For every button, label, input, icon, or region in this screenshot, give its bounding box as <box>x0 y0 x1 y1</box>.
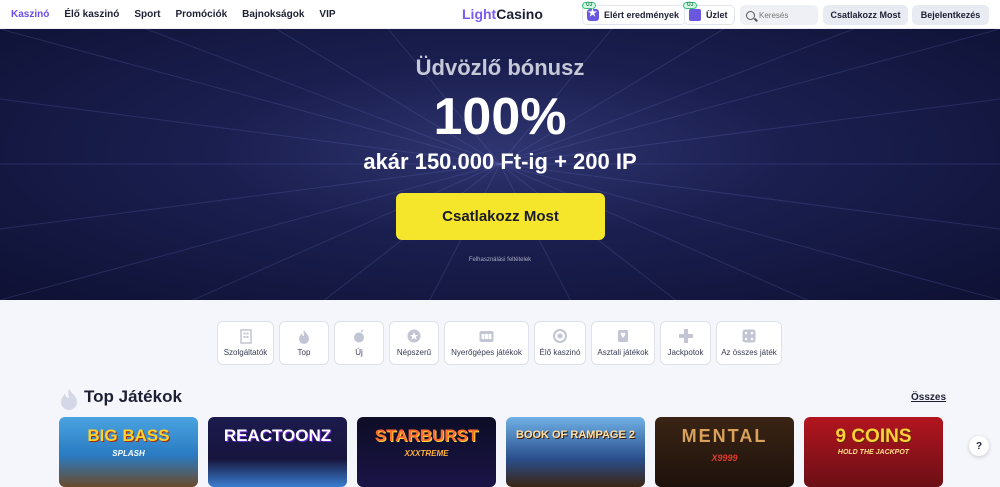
nav-item-sport[interactable]: Sport <box>134 9 160 20</box>
bomb-icon <box>351 328 367 344</box>
category-all-games[interactable]: Az összes játék <box>716 321 782 365</box>
game-subtitle: X9999 <box>711 453 738 463</box>
category-label: Nyerőgépes játékok <box>451 348 522 357</box>
main-nav: Kaszinó Élő kaszinó Sport Promóciók Bajn… <box>0 9 351 20</box>
category-slots[interactable]: Nyerőgépes játékok <box>444 321 529 365</box>
roulette-icon <box>552 328 568 344</box>
join-now-button[interactable]: Csatlakozz Most <box>823 5 908 25</box>
slot-icon <box>479 328 495 344</box>
welcome-bonus-banner: Üdvözlő bónusz 100% akár 150.000 Ft-ig +… <box>0 29 1000 300</box>
new-badge: ÚJ <box>683 2 698 9</box>
game-title: STARBURST <box>374 426 479 445</box>
see-all-link[interactable]: Összes <box>911 392 946 403</box>
shop-label: Üzlet <box>706 10 728 20</box>
hero-offer-text: akár 150.000 Ft-ig + 200 IP <box>363 149 637 174</box>
cards-icon <box>615 328 631 344</box>
search-box[interactable] <box>740 5 818 25</box>
login-button[interactable]: Bejelentkezés <box>912 5 989 25</box>
achievements-button[interactable]: ÚJ Elért eredmények <box>582 2 687 25</box>
logo-part-casino: Casino <box>496 6 543 22</box>
nav-item-tournaments[interactable]: Bajnokságok <box>242 9 304 20</box>
building-icon <box>238 328 254 344</box>
game-tile-reactoonz[interactable]: REACTOONZ <box>208 417 347 487</box>
nav-item-promotions[interactable]: Promóciók <box>175 9 227 20</box>
game-tile-starburst-xxxtreme[interactable]: STARBURST XXXTREME <box>357 417 496 487</box>
nav-item-live-casino[interactable]: Élő kaszinó <box>64 9 119 20</box>
nav-item-casino[interactable]: Kaszinó <box>11 9 49 20</box>
category-bar: Szolgáltatók Top Új Népszerű Nyerőgépes … <box>217 321 782 365</box>
shop-button[interactable]: ÚJ Üzlet <box>683 2 735 25</box>
achievement-star-icon <box>587 8 599 21</box>
category-label: Asztali játékok <box>597 348 649 357</box>
game-tile-big-bass-splash[interactable]: BIG BASS SPLASH <box>59 417 198 487</box>
top-header: Kaszinó Élő kaszinó Sport Promóciók Bajn… <box>0 0 1000 29</box>
category-label: Élő kaszinó <box>539 348 581 357</box>
category-label: Az összes játék <box>721 348 777 357</box>
game-title: BOOK OF RAMPAGE 2 <box>516 429 635 441</box>
top-games-row: BIG BASS SPLASH REACTOONZ STARBURST XXXT… <box>59 417 943 487</box>
hero-headline: 100% <box>433 88 567 146</box>
hero-join-button[interactable]: Csatlakozz Most <box>396 193 605 240</box>
flame-icon <box>296 328 312 344</box>
category-popular[interactable]: Népszerű <box>389 321 439 365</box>
category-jackpots[interactable]: Jackpotok <box>660 321 711 365</box>
game-subtitle: HOLD THE JACKPOT <box>837 449 910 456</box>
game-subtitle: SPLASH <box>112 449 145 458</box>
game-title: MENTAL <box>681 426 768 446</box>
category-new[interactable]: Új <box>334 321 384 365</box>
hero-subtitle: Üdvözlő bónusz <box>415 55 585 80</box>
category-label: Jackpotok <box>667 348 704 357</box>
top-games-title: Top Játékok <box>84 387 182 406</box>
game-tile-mental[interactable]: MENTAL X9999 <box>655 417 794 487</box>
search-input[interactable] <box>759 10 817 20</box>
search-icon <box>746 10 755 20</box>
terms-link[interactable]: Felhasználási feltételek <box>0 257 1000 263</box>
top-games-flame-icon <box>61 389 77 410</box>
game-tile-9-coins[interactable]: 9 COINS HOLD THE JACKPOT <box>804 417 943 487</box>
game-title: BIG BASS <box>87 426 170 445</box>
help-button[interactable]: ? <box>969 436 989 456</box>
game-title: 9 COINS <box>835 426 912 447</box>
game-title: REACTOONZ <box>223 426 332 445</box>
clover-icon <box>678 328 694 344</box>
game-tile-book-of-rampage-2[interactable]: BOOK OF RAMPAGE 2 <box>506 417 645 487</box>
game-subtitle: XXXTREME <box>404 449 449 458</box>
category-top[interactable]: Top <box>279 321 329 365</box>
shop-icon <box>689 9 701 21</box>
category-label: Szolgáltatók <box>223 348 268 357</box>
category-live-casino[interactable]: Élő kaszinó <box>534 321 586 365</box>
category-label: Top <box>297 348 311 357</box>
category-label: Új <box>355 348 363 357</box>
site-logo[interactable]: LightCasino <box>462 6 543 22</box>
nav-item-vip[interactable]: VIP <box>319 9 335 20</box>
logo-part-light: Light <box>462 6 497 22</box>
dice-icon <box>741 328 757 344</box>
category-providers[interactable]: Szolgáltatók <box>217 321 274 365</box>
achievements-label: Elért eredmények <box>604 10 680 20</box>
category-label: Népszerű <box>396 348 432 357</box>
star-icon <box>406 328 422 344</box>
category-table-games[interactable]: Asztali játékok <box>591 321 655 365</box>
